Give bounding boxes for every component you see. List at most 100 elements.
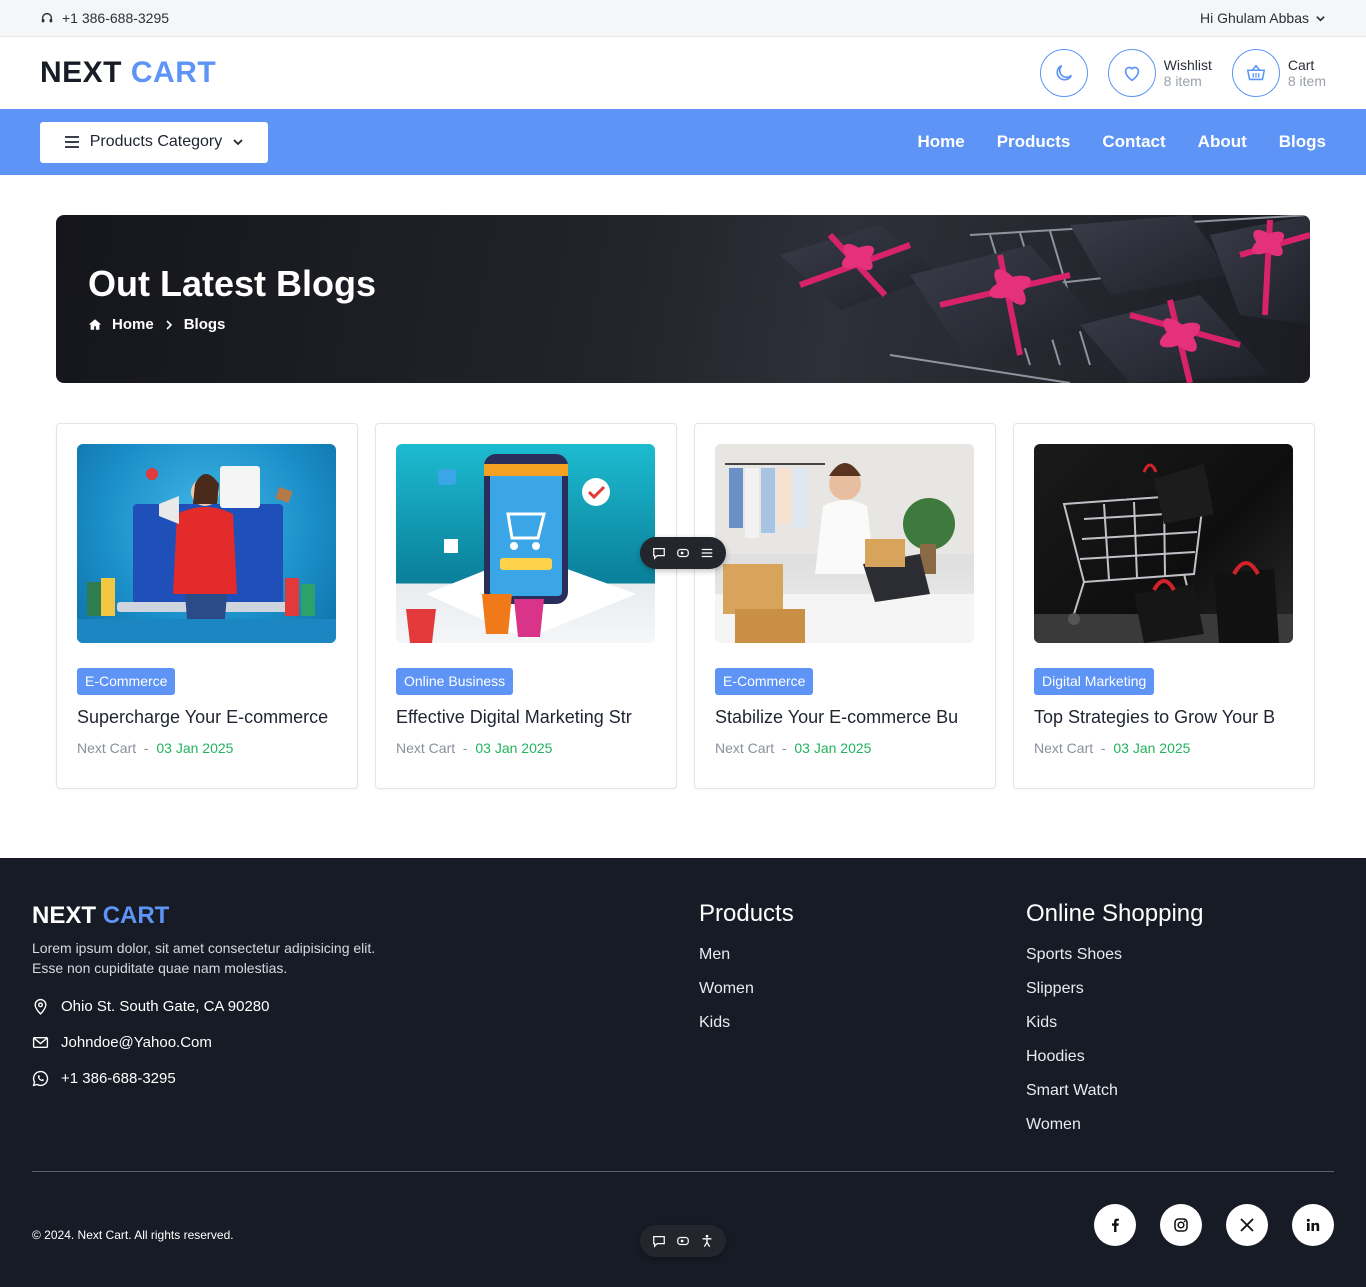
cart-icon-wrap <box>1231 49 1280 97</box>
header-actions: Wishlist 8 item Cart 8 item <box>1039 49 1326 97</box>
blog-card-author: Next Cart <box>715 740 775 756</box>
breadcrumb-current: Blogs <box>183 316 226 333</box>
user-menu[interactable]: Hi Ghulam Abbas <box>1200 10 1326 26</box>
footer-link-women[interactable]: Women <box>1026 1116 1203 1150</box>
blog-card-date: 03 Jan 2025 <box>1113 740 1191 756</box>
blog-card-author: Next Cart <box>77 740 137 756</box>
footer-email[interactable]: Johndoe@Yahoo.Com <box>32 1032 269 1052</box>
chat-icon[interactable] <box>652 1234 666 1248</box>
products-category-label: Products Category <box>89 133 223 150</box>
footer-link-kids[interactable]: Kids <box>1026 1014 1203 1048</box>
footer-link-kids[interactable]: Kids <box>699 1014 794 1048</box>
main-header: NEXT CART Wishlist 8 item Cart 8 item <box>0 37 1366 109</box>
blog-card[interactable]: Digital Marketing Top Strategies to Grow… <box>1013 423 1315 789</box>
footer-link-hoodies[interactable]: Hoodies <box>1026 1048 1203 1082</box>
nav-bar: Products Category Home Products Contact … <box>0 109 1366 175</box>
nav-links: Home Products Contact About Blogs <box>917 132 1326 152</box>
logo-part-cart: CART <box>130 56 217 89</box>
footer-link-women[interactable]: Women <box>699 980 794 1014</box>
footer-description: Lorem ipsum dolor, sit amet consectetur … <box>32 938 432 978</box>
blog-card-date: 03 Jan 2025 <box>794 740 872 756</box>
footer-email-text: Johndoe@Yahoo.Com <box>61 1033 212 1051</box>
blog-card-title[interactable]: Supercharge Your E-commerce <box>77 707 337 728</box>
cart-count: 8 item <box>1287 73 1326 89</box>
chevron-right-icon <box>166 319 172 330</box>
footer-shopping-column: Online Shopping Sports Shoes Slippers Ki… <box>1026 900 1203 1150</box>
social-links <box>1094 1204 1334 1246</box>
blog-card-tag[interactable]: Online Business <box>396 668 514 695</box>
eye-icon[interactable] <box>676 546 690 560</box>
blog-card-meta: Next Cart - 03 Jan 2025 <box>715 740 975 756</box>
list-icon[interactable] <box>700 546 714 560</box>
bottom-floating-toolbar <box>640 1225 726 1257</box>
site-logo[interactable]: NEXT CART <box>40 56 216 90</box>
blog-card-title[interactable]: Top Strategies to Grow Your B <box>1034 707 1294 728</box>
footer-products-list: Men Women Kids <box>699 946 794 1048</box>
blog-card-tag[interactable]: E-Commerce <box>715 668 814 695</box>
footer-logo[interactable]: NEXT CART <box>32 902 169 930</box>
wishlist-label: Wishlist <box>1163 57 1212 73</box>
chevron-down-icon <box>1316 15 1325 22</box>
blog-card-meta: Next Cart - 03 Jan 2025 <box>1034 740 1294 756</box>
breadcrumb-home[interactable]: Home <box>112 316 154 333</box>
menu-icon <box>64 136 79 148</box>
blog-card-author: Next Cart <box>1034 740 1094 756</box>
blog-card-date: 03 Jan 2025 <box>475 740 553 756</box>
blog-card-author: Next Cart <box>396 740 456 756</box>
user-greeting: Hi Ghulam Abbas <box>1200 10 1309 26</box>
accessibility-icon[interactable] <box>700 1234 714 1248</box>
blog-card-meta: Next Cart - 03 Jan 2025 <box>396 740 656 756</box>
heart-icon <box>1124 66 1139 82</box>
facebook-button[interactable] <box>1094 1204 1136 1246</box>
footer-link-men[interactable]: Men <box>699 946 794 980</box>
footer-link-slippers[interactable]: Slippers <box>1026 980 1203 1014</box>
footer-shopping-list: Sports Shoes Slippers Kids Hoodies Smart… <box>1026 946 1203 1150</box>
nav-products[interactable]: Products <box>997 132 1071 152</box>
footer-contact: Ohio St. South Gate, CA 90280 Johndoe@Ya… <box>32 996 269 1088</box>
nav-home[interactable]: Home <box>917 132 964 152</box>
x-button[interactable] <box>1226 1204 1268 1246</box>
blog-card-tag[interactable]: E-Commerce <box>77 668 176 695</box>
footer-link-sports-shoes[interactable]: Sports Shoes <box>1026 946 1203 980</box>
top-phone-text: +1 386-688-3295 <box>62 10 170 26</box>
blog-card[interactable]: E-Commerce Stabilize Your E-commerce Bu … <box>694 423 996 789</box>
footer-desc-line-1: Lorem ipsum dolor, sit amet consectetur … <box>32 940 376 956</box>
products-category-button[interactable]: Products Category <box>40 121 268 163</box>
blog-card-image <box>715 444 974 643</box>
hero-banner: Out Latest Blogs Home Blogs <box>56 215 1310 383</box>
linkedin-button[interactable] <box>1292 1204 1334 1246</box>
hero-title: Out Latest Blogs <box>88 263 377 304</box>
instagram-icon <box>1174 1218 1188 1232</box>
cart-label: Cart <box>1287 57 1315 73</box>
footer-address: Ohio St. South Gate, CA 90280 <box>32 996 269 1016</box>
cart-button[interactable]: Cart 8 item <box>1231 49 1326 97</box>
blog-card[interactable]: Online Business Effective Digital Market… <box>375 423 677 789</box>
blog-card-meta: Next Cart - 03 Jan 2025 <box>77 740 337 756</box>
wishlist-button[interactable]: Wishlist 8 item <box>1107 49 1212 97</box>
theme-toggle-button[interactable] <box>1039 49 1088 97</box>
blog-card-image <box>77 444 336 643</box>
nav-about[interactable]: About <box>1198 132 1247 152</box>
blog-card-title[interactable]: Stabilize Your E-commerce Bu <box>715 707 975 728</box>
footer-logo-cart: CART <box>102 902 170 929</box>
moon-icon <box>1056 64 1072 81</box>
eye-icon[interactable] <box>676 1234 690 1248</box>
location-icon <box>34 998 47 1015</box>
footer-logo-next: NEXT <box>32 902 97 929</box>
headset-icon <box>41 12 53 23</box>
top-phone[interactable]: +1 386-688-3295 <box>40 10 169 26</box>
blog-card-tag[interactable]: Digital Marketing <box>1034 668 1155 695</box>
footer-shopping-title: Online Shopping <box>1026 900 1204 927</box>
chat-icon[interactable] <box>652 546 666 560</box>
nav-blogs[interactable]: Blogs <box>1279 132 1326 152</box>
footer-phone[interactable]: +1 386-688-3295 <box>32 1068 269 1088</box>
blog-card-title[interactable]: Effective Digital Marketing Str <box>396 707 656 728</box>
x-icon <box>1240 1218 1254 1232</box>
blog-card[interactable]: E-Commerce Supercharge Your E-commerce N… <box>56 423 358 789</box>
nav-contact[interactable]: Contact <box>1102 132 1165 152</box>
logo-part-next: NEXT <box>40 56 123 89</box>
footer-divider <box>32 1171 1334 1172</box>
instagram-button[interactable] <box>1160 1204 1202 1246</box>
footer-link-smart-watch[interactable]: Smart Watch <box>1026 1082 1203 1116</box>
mail-icon <box>32 1036 49 1048</box>
